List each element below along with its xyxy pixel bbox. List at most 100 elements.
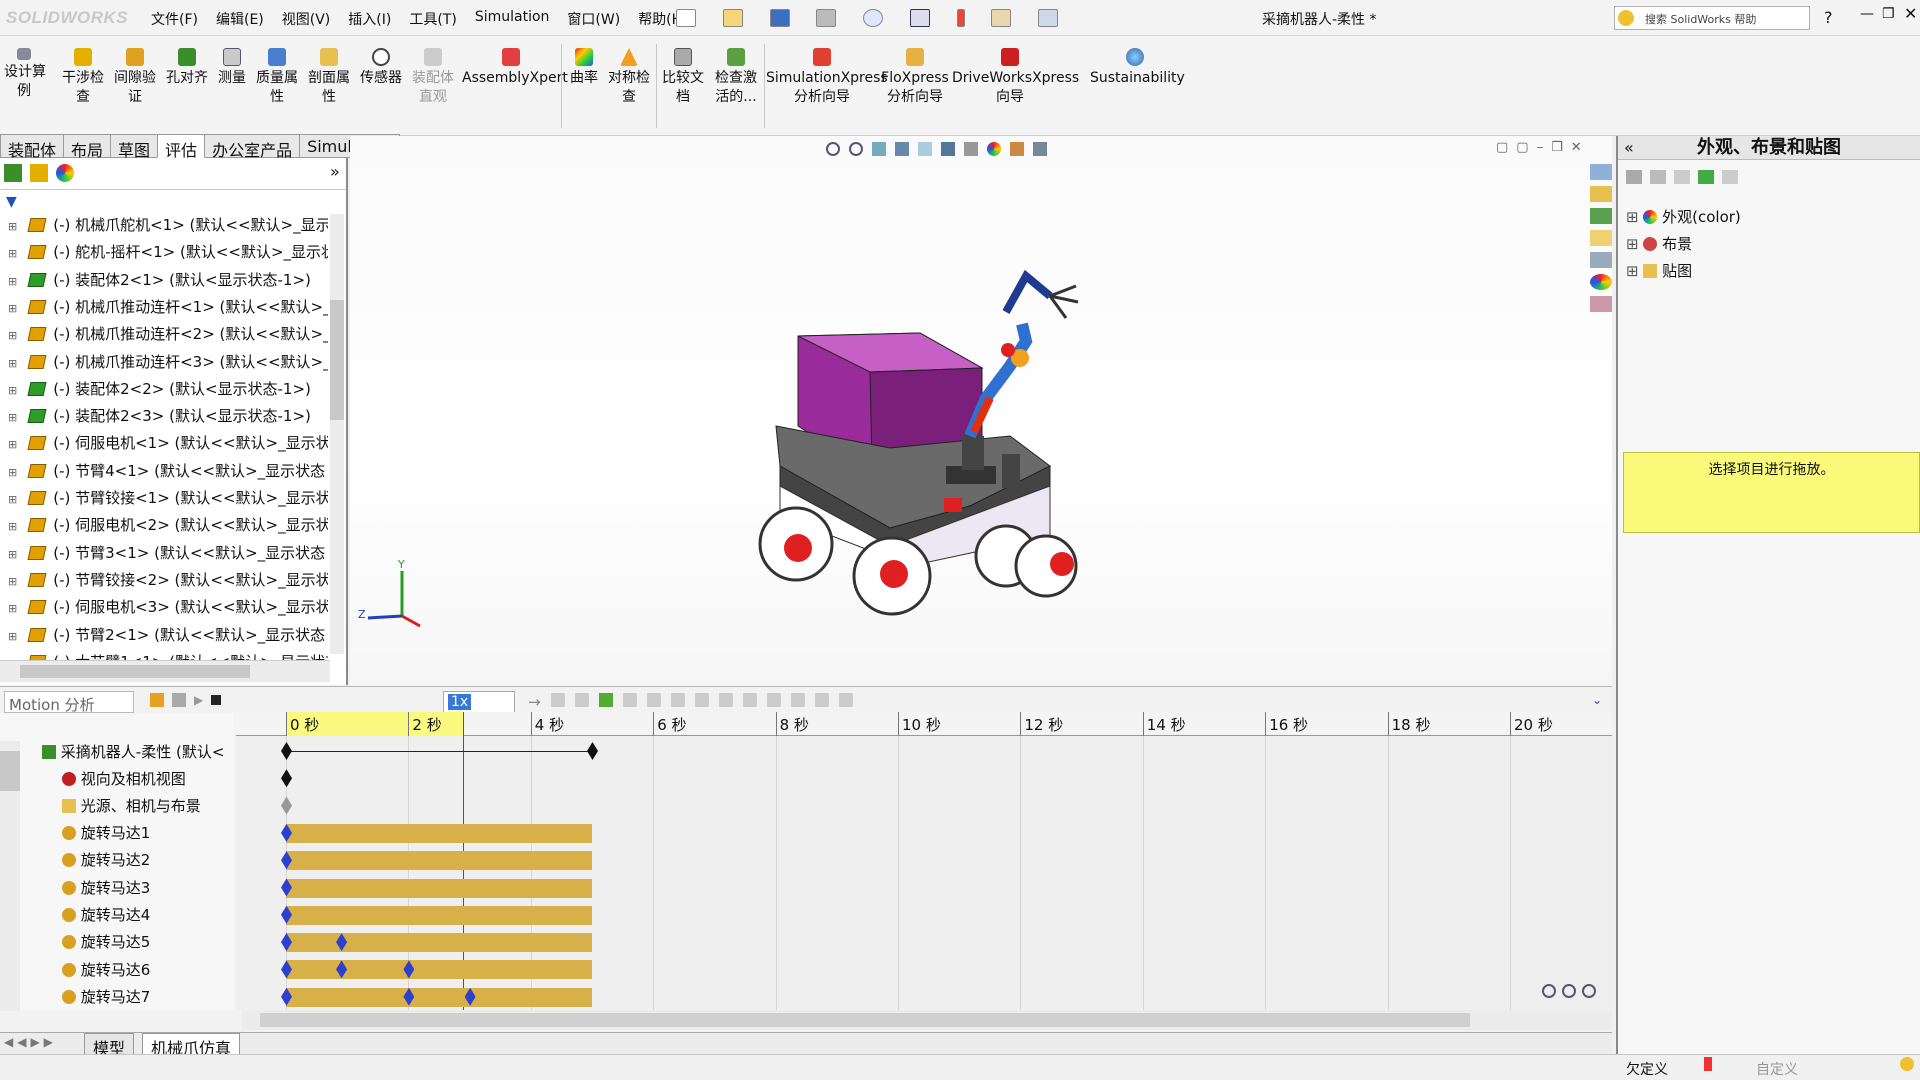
save-icon[interactable] (769, 8, 790, 27)
autokey-icon[interactable] (598, 693, 613, 707)
mass-properties-button[interactable]: 质量属 性 (252, 48, 302, 107)
menu-insert[interactable]: 插入(I) (339, 9, 400, 29)
floxpress-button[interactable]: FloXpress 分析向导 (880, 48, 950, 107)
playback-mode-icon[interactable]: → (528, 693, 541, 711)
play-icon[interactable]: ▶ (194, 693, 203, 707)
motor-item[interactable]: 旋转马达5 (62, 931, 150, 956)
menu-tools[interactable]: 工具(T) (400, 9, 465, 29)
playback-speed-select[interactable]: 1x (443, 691, 515, 713)
tree-item[interactable]: ⊞ (-) 装配体2<3> (默认<显示状态-1>) (8, 405, 328, 430)
tab-evaluate[interactable]: 评估 (157, 134, 206, 160)
calculate-icon[interactable] (150, 693, 164, 707)
time-ruler[interactable]: 0 秒 2 秒 4 秒 6 秒 8 秒 10 秒 12 秒 14 秒 16 秒 18 秒 20 秒 (236, 712, 1612, 736)
motor-item[interactable]: 旋转马达6 (62, 959, 150, 984)
expand-icon[interactable]: ⊞ (8, 438, 17, 451)
expand-icon[interactable]: ⊞ (8, 220, 17, 233)
simulationxpress-button[interactable]: SimulationXpress 分析向导 (766, 48, 888, 107)
tree-item[interactable]: ⊞ (-) 节臂2<1> (默认<<默认>_显示状态 1>) (8, 624, 328, 649)
tree-item[interactable]: ⊞(-) 机械爪舵机<1> (默认<<默认>_显示状态 (8, 214, 328, 239)
study-properties-icon[interactable] (814, 693, 829, 707)
expand-icon[interactable]: ⊞ (8, 384, 17, 397)
tab-sketch[interactable]: 草图 (110, 134, 159, 160)
expand-icon[interactable]: ⊞ (8, 520, 17, 533)
motor-track-bar[interactable] (286, 905, 592, 925)
graphics-viewport[interactable]: ▢▢–❐✕ Y Z (350, 136, 1612, 686)
help-question-icon[interactable]: ? (1824, 8, 1833, 27)
menu-edit[interactable]: 编辑(E) (207, 9, 273, 29)
tree-item[interactable]: ⊞ (-) 装配体2<2> (默认<显示状态-1>) (8, 378, 328, 403)
curvature-button[interactable]: 曲率 (564, 48, 604, 88)
expand-icon[interactable]: ⊞ (8, 575, 17, 588)
driveworksxpress-button[interactable]: DriveWorksXpress 向导 (952, 48, 1079, 107)
motor-track-bar[interactable] (286, 878, 592, 898)
tab-office-products[interactable]: 办公室产品 (204, 134, 301, 160)
zoom-to-fit-icon[interactable] (1542, 984, 1556, 998)
measure-button[interactable]: 测量 (212, 48, 252, 88)
tree-item[interactable]: ⊞ (-) 装配体2<1> (默认<显示状态-1>) (8, 269, 328, 294)
check-active-document-button[interactable]: 检查激 活的... (710, 48, 762, 107)
motor-icon[interactable] (646, 693, 661, 707)
results-plot-icon[interactable] (790, 693, 805, 707)
add-key-icon[interactable] (622, 693, 637, 707)
motor-track-bar[interactable] (286, 851, 592, 871)
expand-icon[interactable]: ⊞ (8, 466, 17, 479)
expand-icon[interactable]: ⊞ (8, 329, 17, 342)
custom-properties-tab-icon[interactable] (1590, 252, 1612, 268)
help-search-input[interactable]: 搜索 SolidWorks 帮助 (1614, 6, 1810, 30)
filter-icon[interactable]: ▼ (6, 194, 17, 210)
collapse-study-icon[interactable] (838, 693, 853, 707)
animation-wizard-icon[interactable] (574, 693, 589, 707)
keyframe[interactable] (281, 742, 292, 760)
menu-simulation[interactable]: Simulation (466, 9, 559, 29)
expand-icon[interactable]: ⊞ (8, 357, 17, 370)
stop-icon[interactable] (211, 695, 222, 705)
expand-icon[interactable]: ⊞ (8, 548, 17, 561)
sustainability-button[interactable]: Sustainability (1090, 48, 1185, 88)
camera-views-item[interactable]: 视向及相机视图 (62, 768, 186, 793)
motor-item[interactable]: 旋转马达3 (62, 877, 150, 902)
study-type-select[interactable]: Motion 分析 (4, 691, 134, 714)
collapse-pane-icon[interactable]: « (1624, 138, 1634, 157)
tab-scroll-arrows[interactable]: ◀◀▶▶ (4, 1035, 57, 1049)
contact-icon[interactable] (742, 693, 757, 707)
menu-window[interactable]: 窗口(W) (558, 9, 629, 29)
file-properties-icon[interactable] (991, 8, 1012, 27)
forward-icon[interactable] (1650, 170, 1666, 184)
decal-item[interactable]: ⊞ 贴图 (1626, 258, 1741, 285)
design-study-button[interactable]: 设计算 例 (4, 48, 46, 101)
tree-item[interactable]: ⊞ (-) 节臂3<1> (默认<<默认>_显示状态 1>) (8, 542, 328, 567)
file-explorer-tab-icon[interactable] (1590, 208, 1612, 224)
select-pointer-icon[interactable] (909, 8, 930, 27)
minimize-window-icon[interactable]: — (1860, 6, 1874, 22)
tab-assembly[interactable]: 装配体 (0, 134, 65, 160)
appearances-tab-icon[interactable] (1590, 274, 1612, 290)
tree-item[interactable]: ⊞(-) 机械爪推动连杆<3> (默认<<默认>_显示 (8, 351, 328, 376)
compare-documents-button[interactable]: 比较文 档 (658, 48, 708, 107)
expand-icon[interactable]: ⊞ (8, 275, 17, 288)
play-from-start-icon[interactable] (172, 693, 186, 707)
motor-track-bar[interactable] (286, 823, 592, 843)
refresh-icon[interactable] (1674, 170, 1690, 184)
expand-icon[interactable]: ⊞ (8, 493, 17, 506)
motion-tree-root[interactable]: 采摘机器人-柔性 (默认< (42, 741, 224, 766)
new-document-icon[interactable] (676, 8, 696, 27)
appearance-item[interactable]: ⊞ 外观(color) (1626, 204, 1741, 231)
motor-track-bar[interactable] (286, 933, 592, 953)
tree-item[interactable]: ⊞ (-) 舵机-摇杆<1> (默认<<默认>_显示状态 (8, 241, 328, 266)
tree-item[interactable]: ⊞ (-) 节臂铰接<1> (默认<<默认>_显示状态 (8, 487, 328, 512)
motor-track-bar[interactable] (286, 960, 592, 980)
motion-tree-scrollbar[interactable] (0, 741, 20, 1011)
hole-align-button[interactable]: 孔对齐 (162, 48, 212, 88)
assemblyxpert-button[interactable]: AssemblyXpert (462, 48, 568, 88)
tree-horizontal-scrollbar[interactable] (0, 660, 330, 682)
menu-file[interactable]: 文件(F) (142, 9, 207, 29)
zoom-out-icon[interactable] (1582, 984, 1596, 998)
view-palette-tab-icon[interactable] (1590, 230, 1612, 246)
close-window-icon[interactable]: ✕ (1904, 4, 1917, 23)
keyframe[interactable] (281, 796, 292, 815)
help-status-icon[interactable] (1900, 1057, 1914, 1071)
expand-icon[interactable]: ⊞ (8, 302, 17, 315)
zoom-in-icon[interactable] (1562, 984, 1576, 998)
expand-icon[interactable]: ⊞ (8, 602, 17, 615)
tree-item[interactable]: ⊞(-) 机械爪推动连杆<1> (默认<<默认>_显示 (8, 296, 328, 321)
